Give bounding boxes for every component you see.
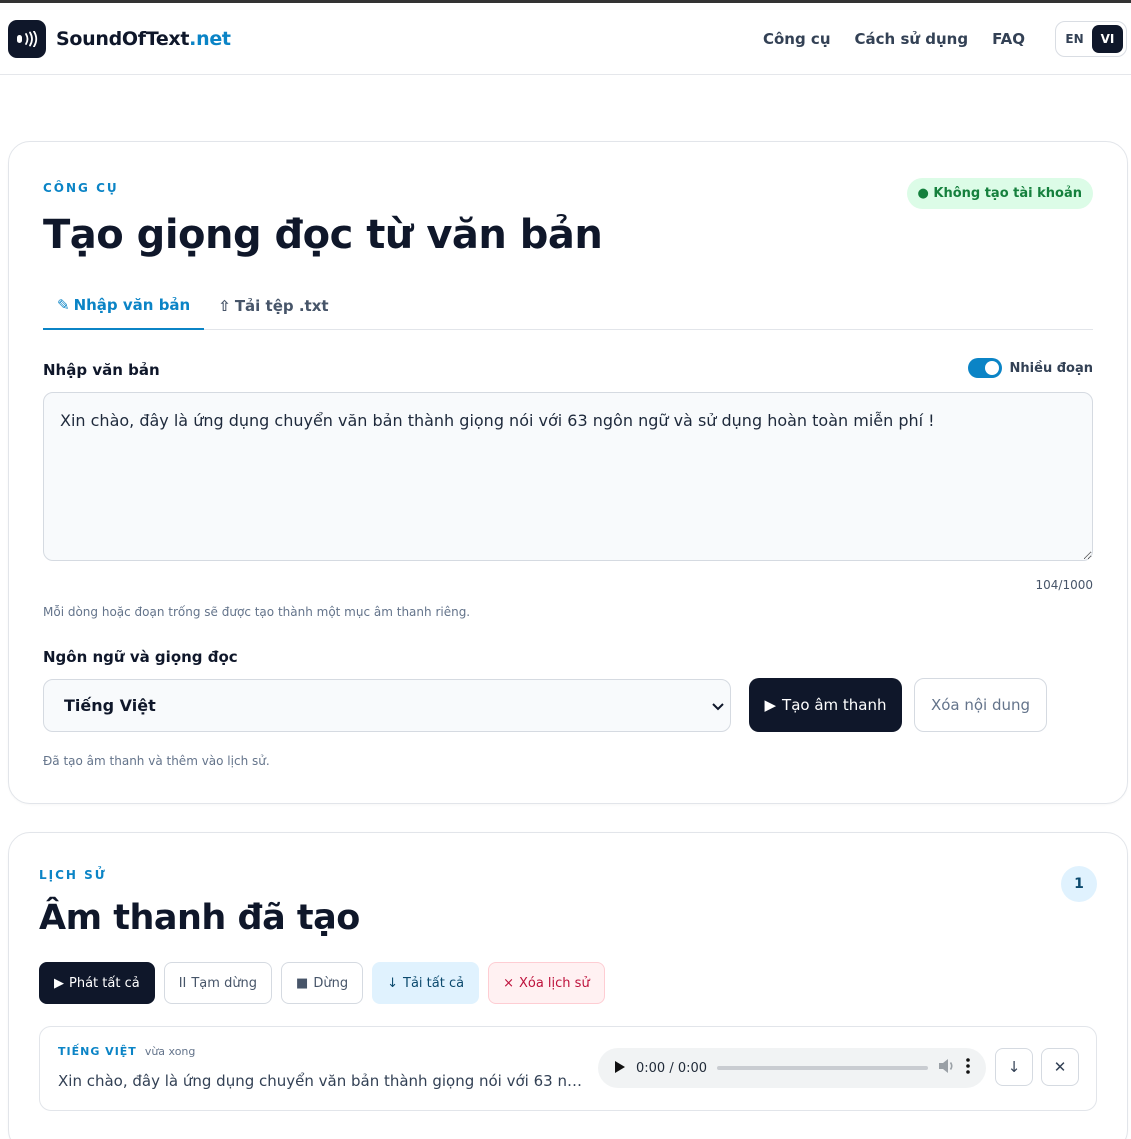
download-icon: ↓: [1007, 1058, 1021, 1076]
close-icon: ×: [503, 975, 514, 991]
nav-how-to-use[interactable]: Cách sử dụng: [855, 30, 969, 48]
stop-icon: ■: [296, 975, 309, 991]
history-eyebrow: LỊCH SỬ: [39, 868, 107, 882]
status-message: Đã tạo âm thanh và thêm vào lịch sử.: [43, 754, 270, 768]
play-icon: ▶: [54, 975, 64, 991]
no-account-badge: ● Không tạo tài khoản: [906, 178, 1093, 209]
history-item: TIẾNG VIỆT vừa xong Xin chào, đây là ứng…: [39, 1026, 1097, 1111]
generate-audio-button[interactable]: ▶ Tạo âm thanh: [749, 678, 902, 732]
history-actions: ▶ Phát tất cả II Tạm dừng ■ Dừng ↓ Tải t…: [39, 962, 605, 1004]
main-nav: Công cụ Cách sử dụng FAQ: [763, 3, 1025, 75]
tool-card: CÔNG CỤ Tạo giọng đọc từ văn bản ● Không…: [8, 141, 1128, 804]
stop-button[interactable]: ■ Dừng: [281, 962, 364, 1004]
player-progress-bar[interactable]: [717, 1066, 928, 1070]
tab-upload-txt[interactable]: ⇧ Tải tệp .txt: [204, 282, 342, 330]
toggle-label: Nhiều đoạn: [1009, 360, 1093, 376]
history-item-meta: TIẾNG VIỆT vừa xong: [58, 1045, 195, 1058]
multi-paragraph-toggle[interactable]: [967, 358, 1002, 378]
nav-faq[interactable]: FAQ: [992, 30, 1025, 48]
download-all-button[interactable]: ↓ Tải tất cả: [372, 962, 480, 1004]
nav-tools[interactable]: Công cụ: [763, 30, 831, 48]
logo-text: SoundOfText.net: [56, 27, 231, 50]
download-icon: ↓: [387, 975, 398, 991]
tool-eyebrow: CÔNG CỤ: [43, 181, 119, 195]
multi-paragraph-toggle-wrap: Nhiều đoạn: [967, 358, 1093, 378]
play-icon: ▶: [764, 696, 777, 714]
volume-icon[interactable]: [938, 1058, 956, 1078]
logo[interactable]: SoundOfText.net: [8, 19, 231, 58]
history-card: LỊCH SỬ Âm thanh đã tạo 1 ▶ Phát tất cả …: [8, 832, 1128, 1139]
pause-icon: II: [178, 975, 187, 991]
player-time: 0:00 / 0:00: [636, 1060, 708, 1076]
voice-selected-value: Tiếng Việt: [64, 696, 156, 715]
text-input[interactable]: Xin chào, đây là ứng dụng chuyển văn bản…: [43, 392, 1093, 561]
history-title: Âm thanh đã tạo: [39, 898, 360, 938]
pencil-icon: ✎: [57, 296, 70, 314]
more-icon[interactable]: [966, 1058, 970, 1078]
history-item-text: Xin chào, đây là ứng dụng chuyển văn bản…: [58, 1072, 583, 1090]
history-count-badge: 1: [1061, 866, 1097, 902]
play-all-button[interactable]: ▶ Phát tất cả: [39, 962, 155, 1004]
history-item-language: TIẾNG VIỆT: [58, 1045, 137, 1058]
input-tabs: ✎ Nhập văn bản ⇧ Tải tệp .txt: [43, 282, 1093, 330]
lang-en-button[interactable]: EN: [1059, 25, 1090, 53]
page-title: Tạo giọng đọc từ văn bản: [43, 212, 603, 258]
top-header: SoundOfText.net Công cụ Cách sử dụng FAQ…: [0, 3, 1131, 75]
voice-select[interactable]: Tiếng Việt: [43, 679, 731, 732]
lang-vi-button[interactable]: VI: [1092, 25, 1123, 53]
chevron-down-icon: [712, 696, 724, 715]
play-icon[interactable]: [614, 1059, 626, 1078]
text-input-label: Nhập văn bản: [43, 361, 160, 379]
clear-content-button[interactable]: Xóa nội dung: [914, 678, 1047, 732]
clear-history-button[interactable]: × Xóa lịch sử: [488, 962, 605, 1004]
input-hint: Mỗi dòng hoặc đoạn trống sẽ được tạo thà…: [43, 605, 471, 619]
voice-label: Ngôn ngữ và giọng đọc: [43, 648, 238, 666]
upload-icon: ⇧: [218, 297, 231, 315]
language-switch: EN VI: [1055, 21, 1127, 57]
tab-text-input[interactable]: ✎ Nhập văn bản: [43, 282, 205, 330]
delete-item-button[interactable]: ✕: [1041, 1048, 1079, 1086]
pause-button[interactable]: II Tạm dừng: [163, 962, 273, 1004]
history-item-time: vừa xong: [144, 1045, 196, 1058]
audio-player: 0:00 / 0:00: [598, 1048, 986, 1088]
sound-wave-icon: [8, 19, 46, 58]
char-counter: 104/1000: [1035, 578, 1094, 592]
download-item-button[interactable]: ↓: [995, 1048, 1033, 1086]
close-icon: ✕: [1053, 1058, 1067, 1076]
